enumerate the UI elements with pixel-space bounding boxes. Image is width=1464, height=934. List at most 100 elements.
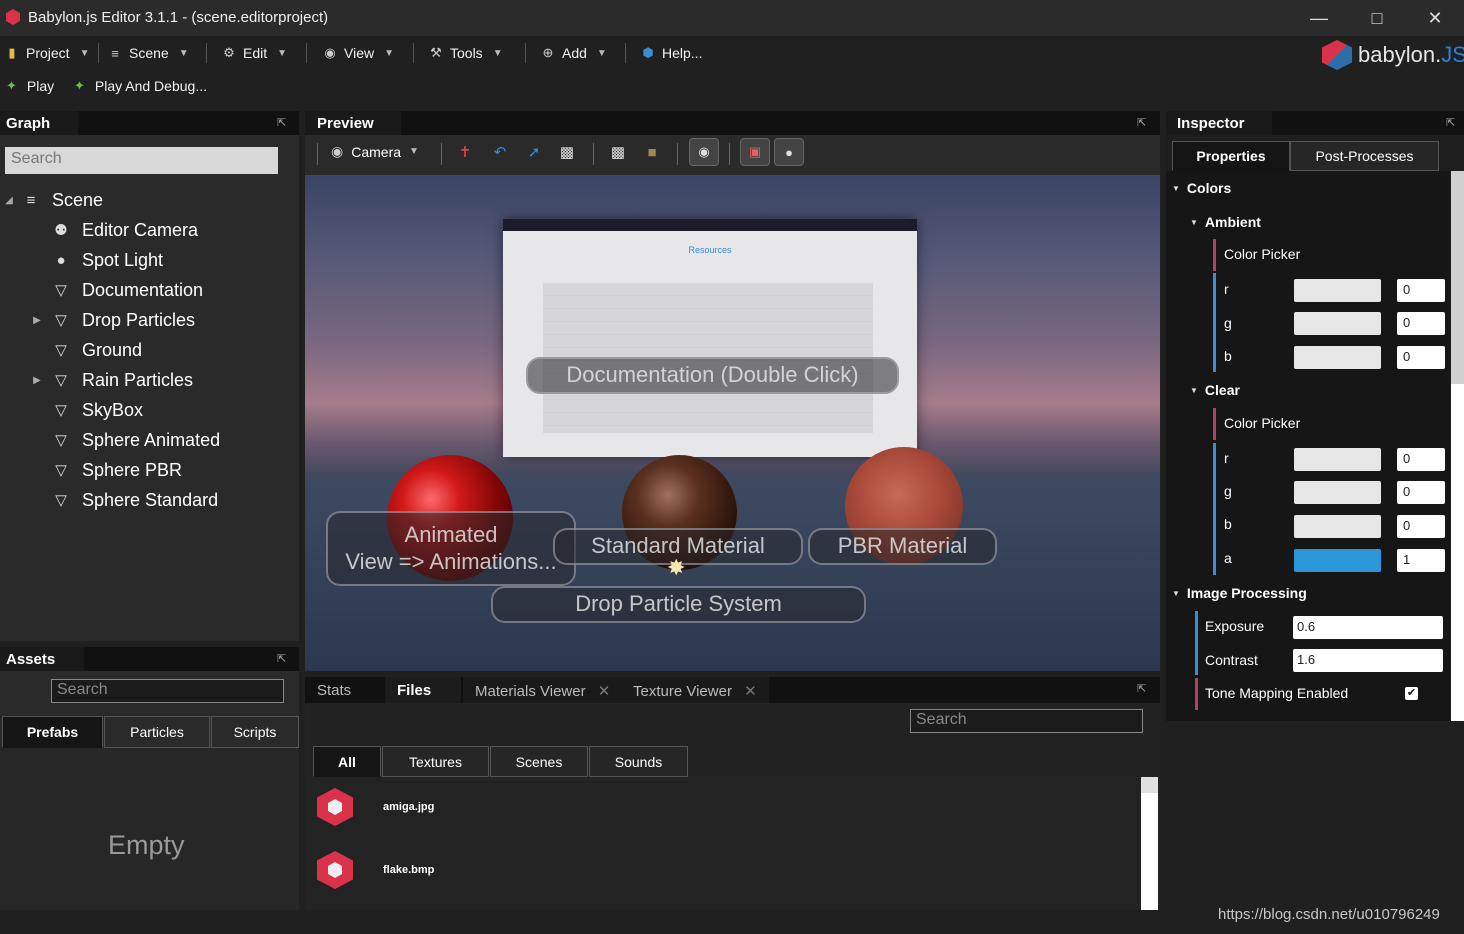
label-animated[interactable]: Animated View => Animations... <box>326 511 576 586</box>
ambient-b-slider[interactable] <box>1294 346 1381 369</box>
clear-color-picker[interactable]: Color Picker <box>1224 408 1300 438</box>
section-image-processing[interactable]: ▼ Image Processing <box>1172 578 1307 608</box>
ambient-g-input[interactable]: 0 <box>1397 312 1445 335</box>
tab-properties[interactable]: Properties <box>1172 141 1290 171</box>
section-ambient[interactable]: ▼ Ambient <box>1190 207 1261 237</box>
graph-node-item[interactable]: ▽ Sphere Animated <box>0 425 220 455</box>
contrast-input[interactable]: 1.6 <box>1293 649 1443 672</box>
tab-particles[interactable]: Particles <box>104 716 210 748</box>
tab-inspector[interactable]: Inspector <box>1166 111 1272 135</box>
label-drop-particle-system[interactable]: Drop Particle System <box>491 586 866 623</box>
documentation-plane[interactable]: Resources <box>503 219 917 457</box>
section-clear[interactable]: ▼ Clear <box>1190 375 1240 405</box>
close-tab-icon[interactable]: ✕ <box>744 683 757 700</box>
close-button[interactable]: ✕ <box>1406 0 1464 36</box>
clear-a-input[interactable]: 1 <box>1397 549 1445 572</box>
label-pbr-material[interactable]: PBR Material <box>808 528 997 565</box>
tab-materials-viewer[interactable]: Materials Viewer ✕ <box>463 677 623 703</box>
brand-name: babylon. <box>1358 42 1442 67</box>
maximize-panel-icon[interactable]: ⇱ <box>1446 116 1455 129</box>
filter-sounds[interactable]: Sounds <box>589 746 688 777</box>
maximize-button[interactable]: □ <box>1348 0 1406 36</box>
play-button[interactable]: ✦ Play <box>6 78 54 94</box>
graph-node-item[interactable]: ▽ Ground <box>0 335 142 365</box>
clear-r-input[interactable]: 0 <box>1397 448 1445 471</box>
play-debug-button[interactable]: ✦ Play And Debug... <box>74 78 207 94</box>
rotation-gizmo-icon[interactable]: ↶ <box>489 141 511 163</box>
graph-node-item[interactable]: ▽ Sphere PBR <box>0 455 182 485</box>
cube-icon[interactable]: ■ <box>641 141 663 163</box>
clear-g-slider[interactable] <box>1294 481 1381 504</box>
tab-files[interactable]: Files <box>385 677 461 703</box>
exposure-input[interactable]: 0.6 <box>1293 616 1443 639</box>
menu-project[interactable]: ▮ Project ▼ <box>4 42 89 64</box>
clear-a-slider[interactable] <box>1294 549 1381 572</box>
menu-scene[interactable]: ≡ Scene ▼ <box>107 42 188 64</box>
tree-expand-icon[interactable]: ▶ <box>30 315 44 326</box>
graph-search-input[interactable]: Search <box>5 147 278 174</box>
menu-tools[interactable]: ⚒ Tools ▼ <box>428 42 502 64</box>
close-tab-icon[interactable]: ✕ <box>598 683 611 700</box>
ambient-r-slider[interactable] <box>1294 279 1381 302</box>
light-toggle-button[interactable]: ● <box>774 138 804 166</box>
minimize-button[interactable]: — <box>1290 0 1348 36</box>
graph-node-item[interactable]: ▽ Sphere Standard <box>0 485 218 515</box>
clear-r-slider[interactable] <box>1294 448 1381 471</box>
toggle-visibility-button[interactable]: ◉ <box>689 138 719 166</box>
maximize-panel-icon[interactable]: ⇱ <box>1137 682 1146 695</box>
filter-textures[interactable]: Textures <box>382 746 489 777</box>
tab-preview[interactable]: Preview <box>305 111 401 135</box>
graph-node-item[interactable]: ● Spot Light <box>0 245 163 275</box>
tree-expand-icon[interactable]: ▶ <box>30 375 44 386</box>
graph-node-item[interactable]: ⚉ Editor Camera <box>0 215 198 245</box>
maximize-panel-icon[interactable]: ⇱ <box>277 116 286 129</box>
assets-search-input[interactable]: Search <box>51 679 284 703</box>
clear-b-input[interactable]: 0 <box>1397 515 1445 538</box>
menu-add[interactable]: ⊕ Add ▼ <box>540 42 607 64</box>
file-item[interactable]: flake.bmp <box>317 847 434 893</box>
tree-collapse-icon[interactable]: ◢ <box>2 195 16 206</box>
graph-node-item[interactable]: ▽ Documentation <box>0 275 203 305</box>
inspector-scrollbar[interactable] <box>1451 171 1464 721</box>
clear-g-input[interactable]: 0 <box>1397 481 1445 504</box>
ambient-color-picker[interactable]: Color Picker <box>1224 239 1300 269</box>
tab-scripts[interactable]: Scripts <box>211 716 299 748</box>
tab-assets[interactable]: Assets <box>0 647 84 671</box>
tab-texture-viewer[interactable]: Texture Viewer ✕ <box>621 677 769 703</box>
clear-b-slider[interactable] <box>1294 515 1381 538</box>
graph-node-item[interactable]: ▶ ▽ Drop Particles <box>0 305 195 335</box>
graph-node-item[interactable]: ▶ ▽ Rain Particles <box>0 365 193 395</box>
section-colors[interactable]: ▼ Colors <box>1172 173 1231 203</box>
ambient-r-input[interactable]: 0 <box>1397 279 1445 302</box>
menu-edit[interactable]: ⚙ Edit ▼ <box>221 42 287 64</box>
menu-view[interactable]: ◉ View ▼ <box>322 42 394 64</box>
tab-prefabs[interactable]: Prefabs <box>2 716 103 748</box>
camera-dropdown[interactable]: ◉ Camera ▼ <box>331 143 419 160</box>
ambient-g-slider[interactable] <box>1294 312 1381 335</box>
files-search-input[interactable]: Search <box>910 709 1143 733</box>
maximize-panel-icon[interactable]: ⇱ <box>1137 116 1146 129</box>
particle-emitter-icon[interactable]: ✸ <box>667 555 685 581</box>
snap-icon[interactable]: ▩ <box>607 141 629 163</box>
ambient-b-input[interactable]: 0 <box>1397 346 1445 369</box>
tone-mapping-checkbox[interactable]: ✔ <box>1405 687 1418 700</box>
screenshot-button[interactable]: ▣ <box>740 138 770 166</box>
bounding-box-icon[interactable]: ▩ <box>556 141 578 163</box>
file-list-scrollbar[interactable] <box>1141 777 1158 910</box>
inspector-empty-area <box>1166 721 1464 910</box>
file-item[interactable]: amiga.jpg <box>317 784 434 830</box>
tab-stats[interactable]: Stats <box>305 677 363 703</box>
play-label: Play <box>26 78 55 94</box>
filter-scenes[interactable]: Scenes <box>490 746 588 777</box>
scene-viewport[interactable]: Resources Documentation (Double Click) A… <box>305 175 1160 671</box>
position-gizmo-icon[interactable]: ✝ <box>454 141 476 163</box>
graph-node-scene[interactable]: ◢ ≡ Scene <box>0 185 103 215</box>
maximize-panel-icon[interactable]: ⇱ <box>277 652 286 665</box>
tab-post-processes[interactable]: Post-Processes <box>1290 141 1439 171</box>
graph-node-item[interactable]: ▽ SkyBox <box>0 395 143 425</box>
scaling-gizmo-icon[interactable]: ➚ <box>523 141 545 163</box>
tab-graph[interactable]: Graph <box>0 111 78 135</box>
filter-all[interactable]: All <box>313 746 381 777</box>
label-documentation[interactable]: Documentation (Double Click) <box>526 357 899 394</box>
menu-help[interactable]: ⬢ Help... <box>640 42 702 64</box>
